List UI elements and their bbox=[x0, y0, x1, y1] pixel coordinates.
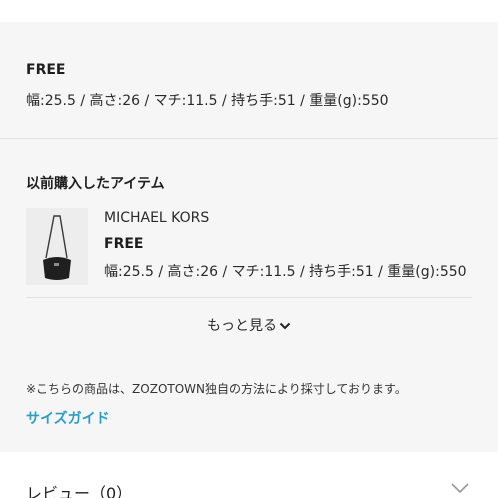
top-strip bbox=[0, 0, 498, 22]
chevron-down-icon bbox=[279, 322, 291, 330]
chevron-down-icon bbox=[451, 483, 469, 494]
item-size: FREE bbox=[104, 236, 144, 252]
section-divider bbox=[0, 138, 498, 139]
bag-image bbox=[26, 208, 88, 285]
previous-purchase-title: 以前購入したアイテム bbox=[26, 176, 165, 192]
show-more-label: もっと見る bbox=[207, 318, 277, 334]
size-guide-link[interactable]: サイズガイド bbox=[26, 408, 110, 428]
size-detail: 幅:25.5 / 高さ:26 / マチ:11.5 / 持ち手:51 / 重量(g… bbox=[26, 93, 389, 109]
review-label: レビュー（0） bbox=[26, 484, 133, 498]
show-more-button[interactable]: もっと見る bbox=[0, 315, 498, 335]
measurement-note: ※こちらの商品は、ZOZOTOWN独自の方法により採寸しております。 bbox=[26, 382, 407, 396]
item-detail: 幅:25.5 / 高さ:26 / マチ:11.5 / 持ち手:51 / 重量(g… bbox=[104, 264, 467, 280]
review-row[interactable]: レビュー（0） bbox=[0, 452, 498, 498]
item-divider bbox=[26, 297, 472, 298]
item-thumbnail[interactable] bbox=[26, 208, 88, 285]
item-brand[interactable]: MICHAEL KORS bbox=[104, 210, 209, 226]
size-name: FREE bbox=[26, 62, 66, 78]
